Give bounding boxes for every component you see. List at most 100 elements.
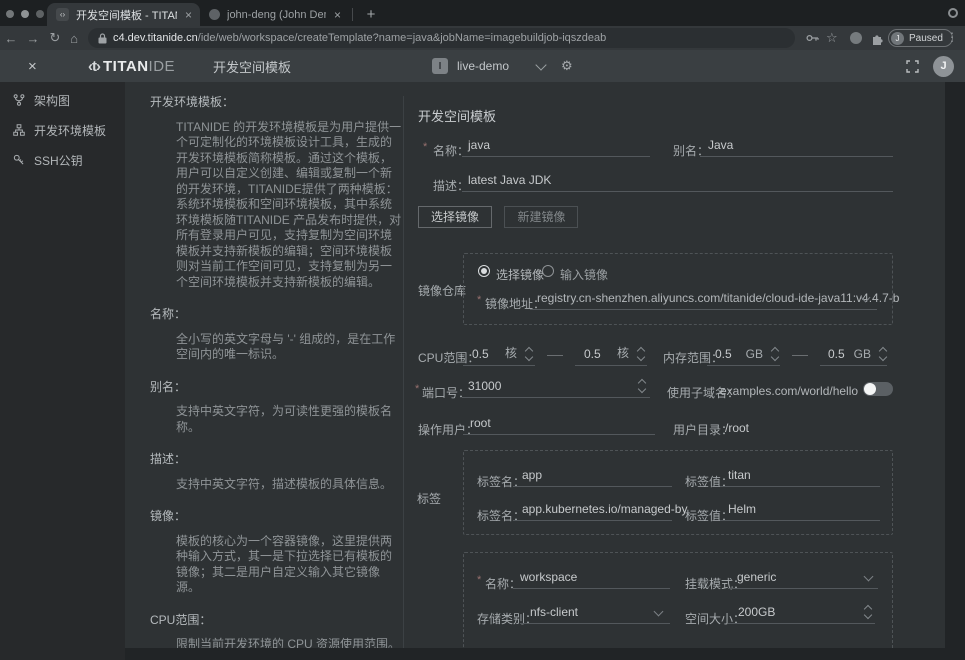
radio-select-label[interactable]: 选择镜像 <box>496 266 544 283</box>
profile-status: Paused <box>909 33 943 44</box>
doc-paragraph: 全小写的英文字母与 '-' 组成的，是在工作空间内的唯一标识。 <box>150 332 403 363</box>
cpu-max-input[interactable]: 0.5 核 <box>575 344 647 366</box>
required-mark: * <box>423 141 427 153</box>
tab-search-icon[interactable] <box>948 8 958 18</box>
browser-window: ‹› 开发空间模板 - TITANIDE × john-deng (John D… <box>0 0 965 660</box>
chevron-down-icon <box>864 572 874 582</box>
doc-heading: 镜像： <box>150 509 403 525</box>
tab-titanide[interactable]: ‹› 开发空间模板 - TITANIDE × <box>47 3 200 26</box>
radio-select-image[interactable] <box>478 265 490 277</box>
profile-avatar: J <box>891 32 904 45</box>
tab-close-icon[interactable]: × <box>185 9 192 21</box>
image-addr-select[interactable]: registry.cn-shenzhen.aliyuncs.com/titani… <box>530 288 877 310</box>
lock-icon <box>98 33 107 44</box>
chevron-down-icon <box>535 59 546 70</box>
window-close-button[interactable] <box>6 10 14 18</box>
doc-paragraph: 模板的核心为一个容器镜像，这里提供两种输入方式，其一是下拉选择已有模板的镜像；其… <box>150 534 403 596</box>
range-dash <box>547 355 563 356</box>
required-mark: * <box>477 574 481 586</box>
range-dash <box>792 355 808 356</box>
titanide-favicon-icon: ‹› <box>56 8 69 21</box>
window-zoom-button[interactable] <box>36 10 44 18</box>
doc-heading: CPU范围： <box>150 613 403 629</box>
name-input[interactable]: java <box>462 135 650 157</box>
stepper-icon[interactable] <box>880 348 886 360</box>
stepper-icon[interactable] <box>639 380 645 392</box>
storage-name-input[interactable]: workspace <box>513 567 670 589</box>
desc-input[interactable]: latest Java JDK <box>462 170 893 192</box>
stepper-icon[interactable] <box>865 606 871 618</box>
op-user-input[interactable]: root <box>463 413 655 435</box>
doc-heading: 名称： <box>150 307 403 323</box>
browser-toolbar: ← → ↻ ⌂ c4.dev.titanide.cn/ide/web/works… <box>0 26 965 50</box>
stepper-icon[interactable] <box>638 348 644 360</box>
doc-heading: 别名： <box>150 380 403 396</box>
subdomain-toggle[interactable] <box>863 382 893 396</box>
sidebar-item-label: 开发环境模板 <box>34 122 106 139</box>
storage-size-input[interactable]: 200GB <box>728 602 875 624</box>
registry-section-label: 镜像仓库 <box>418 282 466 299</box>
reload-icon[interactable]: ↻ <box>46 26 64 50</box>
label-name-input[interactable]: app.kubernetes.io/managed-by <box>513 499 672 521</box>
memory-min-input[interactable]: 0.5 GB <box>707 344 780 366</box>
new-tab-button[interactable]: + <box>361 4 381 24</box>
git-branch-icon <box>13 94 25 106</box>
page-title: 开发空间模板 <box>213 50 291 82</box>
fullscreen-icon[interactable] <box>906 60 919 73</box>
create-image-button[interactable]: 新建镜像 <box>504 206 578 228</box>
label-name-input[interactable]: app <box>513 465 672 487</box>
tab-github[interactable]: john-deng (John Deng) - GitHu × <box>203 3 349 26</box>
required-mark: * <box>477 294 481 306</box>
memory-max-input[interactable]: 0.5 GB <box>820 344 887 366</box>
cpu-min-input[interactable]: 0.5 核 <box>463 344 535 366</box>
radio-input-image[interactable] <box>542 265 554 277</box>
profile-paused-button[interactable]: J Paused <box>888 29 953 47</box>
user-dir-label: 用户目录： <box>673 421 733 438</box>
profile-badge-icon[interactable] <box>850 32 862 44</box>
back-icon[interactable]: ← <box>2 26 20 50</box>
sidebar-item-label: SSH公钥 <box>34 152 83 169</box>
doc-paragraph: 限制当前开发环境的 CPU 资源使用范围。 <box>150 637 403 648</box>
port-input[interactable]: 31000 <box>462 376 650 398</box>
label-value-input[interactable]: titan <box>720 465 880 487</box>
forward-icon[interactable]: → <box>24 26 42 50</box>
github-favicon-icon <box>209 9 220 20</box>
user-avatar[interactable]: J <box>933 56 954 77</box>
select-image-button[interactable]: 选择镜像 <box>418 206 492 228</box>
tab-title: 开发空间模板 - TITANIDE <box>76 7 177 23</box>
radio-input-label[interactable]: 输入镜像 <box>560 266 608 283</box>
gear-icon[interactable]: ⚙ <box>561 58 573 74</box>
storage-class-select[interactable]: nfs-client <box>520 602 670 624</box>
panel-divider <box>403 96 404 648</box>
bookmark-star-icon[interactable]: ☆ <box>826 30 838 46</box>
close-workspace-icon[interactable]: × <box>28 50 37 82</box>
sidebar-item-templates[interactable]: 开发环境模板 <box>0 115 125 145</box>
sidebar-item-ssh-keys[interactable]: SSH公钥 <box>0 145 125 175</box>
alias-input[interactable]: Java <box>700 135 893 157</box>
form-title: 开发空间模板 <box>418 106 496 125</box>
titanide-logo: ‹t› TITANIDE <box>88 50 175 82</box>
tab-close-icon[interactable]: × <box>334 9 341 21</box>
sitemap-icon <box>13 124 25 136</box>
stepper-icon[interactable] <box>526 348 532 360</box>
app-header: × ‹t› TITANIDE 开发空间模板 I live-demo ⚙ J <box>0 50 965 82</box>
url-bar[interactable]: c4.dev.titanide.cn/ide/web/workspace/cre… <box>88 28 795 48</box>
password-key-icon[interactable] <box>806 32 819 44</box>
doc-paragraph: 支持中英文字符，为可读性更强的模板名称。 <box>150 404 403 435</box>
required-mark: * <box>415 383 419 395</box>
workspace-avatar: I <box>432 58 448 74</box>
extensions-puzzle-icon[interactable] <box>871 32 884 45</box>
workspace-switcher[interactable]: I live-demo ⚙ <box>432 50 573 82</box>
subdomain-value: examples.com/world/hello <box>720 384 858 398</box>
home-icon[interactable]: ⌂ <box>65 26 83 50</box>
label-value-input[interactable]: Helm <box>720 499 880 521</box>
chevron-down-icon <box>654 607 664 617</box>
browser-tab-bar: ‹› 开发空间模板 - TITANIDE × john-deng (John D… <box>0 0 965 26</box>
window-minimize-button[interactable] <box>21 10 29 18</box>
sidebar-item-architecture[interactable]: 架构图 <box>0 85 125 115</box>
stepper-icon[interactable] <box>772 348 778 360</box>
main-content: 开发环境模板： TITANIDE 的开发环境模板是为用户提供一个可定制化的环境模… <box>125 82 945 648</box>
mount-mode-select[interactable]: generic <box>728 567 878 589</box>
sidebar-item-label: 架构图 <box>34 92 70 109</box>
browser-menu-icon[interactable]: ⋮ <box>946 30 958 44</box>
